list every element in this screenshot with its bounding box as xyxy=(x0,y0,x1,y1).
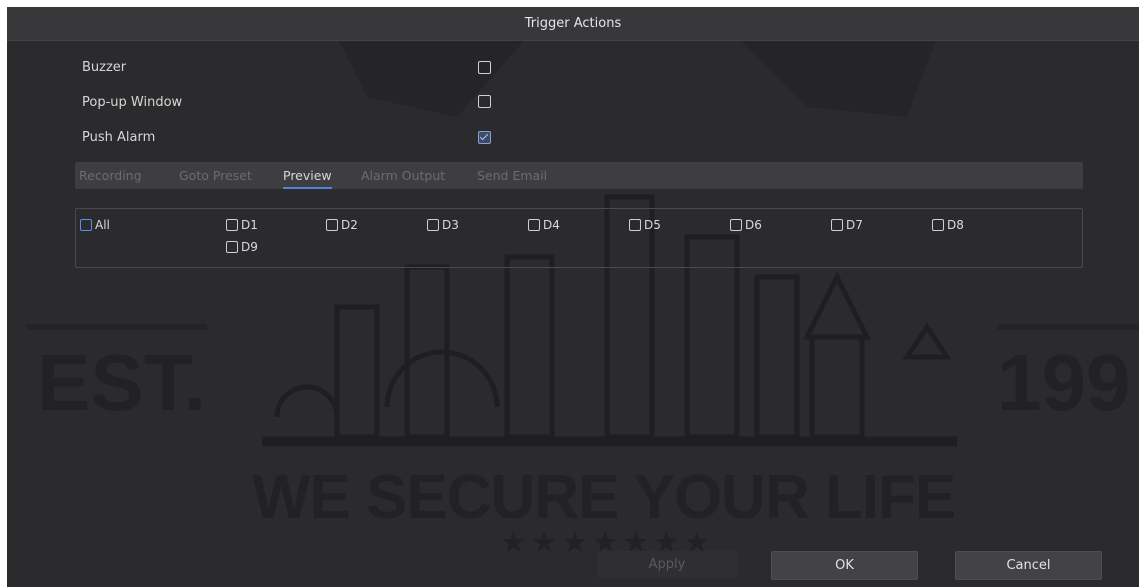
buzzer-label: Buzzer xyxy=(82,60,127,75)
checkbox-icon xyxy=(932,219,944,231)
push-alarm-label: Push Alarm xyxy=(82,130,156,145)
checkbox-icon xyxy=(528,219,540,231)
channel-label: D9 xyxy=(241,240,258,254)
tab-recording[interactable]: Recording xyxy=(79,162,142,189)
channel-label: D3 xyxy=(442,218,459,232)
checkbox-icon xyxy=(730,219,742,231)
channel-label: D6 xyxy=(745,218,762,232)
channel-all-label: All xyxy=(95,218,110,232)
channel-label: D1 xyxy=(241,218,258,232)
popup-window-checkbox[interactable] xyxy=(478,95,491,108)
popup-window-label: Pop-up Window xyxy=(82,95,183,110)
cancel-button[interactable]: Cancel xyxy=(955,551,1102,580)
trigger-actions-dialog: EST. 199 WE SECURE YOUR LIFE ★ ★ ★ ★ ★ ★… xyxy=(7,7,1139,587)
checkbox-icon xyxy=(226,241,238,253)
ok-button[interactable]: OK xyxy=(771,551,918,580)
tab-goto-preset[interactable]: Goto Preset xyxy=(179,162,252,189)
checkbox-icon xyxy=(226,219,238,231)
checkbox-icon xyxy=(326,219,338,231)
checkbox-icon xyxy=(629,219,641,231)
channel-label: D7 xyxy=(846,218,863,232)
watermark-year-text: 199 xyxy=(997,338,1131,427)
dialog-title: Trigger Actions xyxy=(7,7,1139,41)
action-tab-bar: Recording Goto Preset Preview Alarm Outp… xyxy=(75,162,1083,189)
tab-preview[interactable]: Preview xyxy=(283,162,332,189)
channel-label: D5 xyxy=(644,218,661,232)
checkbox-icon xyxy=(831,219,843,231)
tab-send-email[interactable]: Send Email xyxy=(477,162,547,189)
buzzer-checkbox[interactable] xyxy=(478,61,491,74)
channel-label: D4 xyxy=(543,218,560,232)
channel-label: D8 xyxy=(947,218,964,232)
apply-button[interactable]: Apply xyxy=(597,551,737,578)
tab-alarm-output[interactable]: Alarm Output xyxy=(361,162,445,189)
watermark-slogan: WE SECURE YOUR LIFE xyxy=(252,463,956,532)
channel-label: D2 xyxy=(341,218,358,232)
push-alarm-checkbox[interactable] xyxy=(478,131,491,144)
watermark-est-text: EST. xyxy=(37,338,206,427)
channel-selection-panel: All D1 D2 D3 D4 D5 D6 D7 D8 D9 xyxy=(75,208,1083,268)
checkbox-icon xyxy=(80,219,92,231)
checkbox-icon xyxy=(427,219,439,231)
